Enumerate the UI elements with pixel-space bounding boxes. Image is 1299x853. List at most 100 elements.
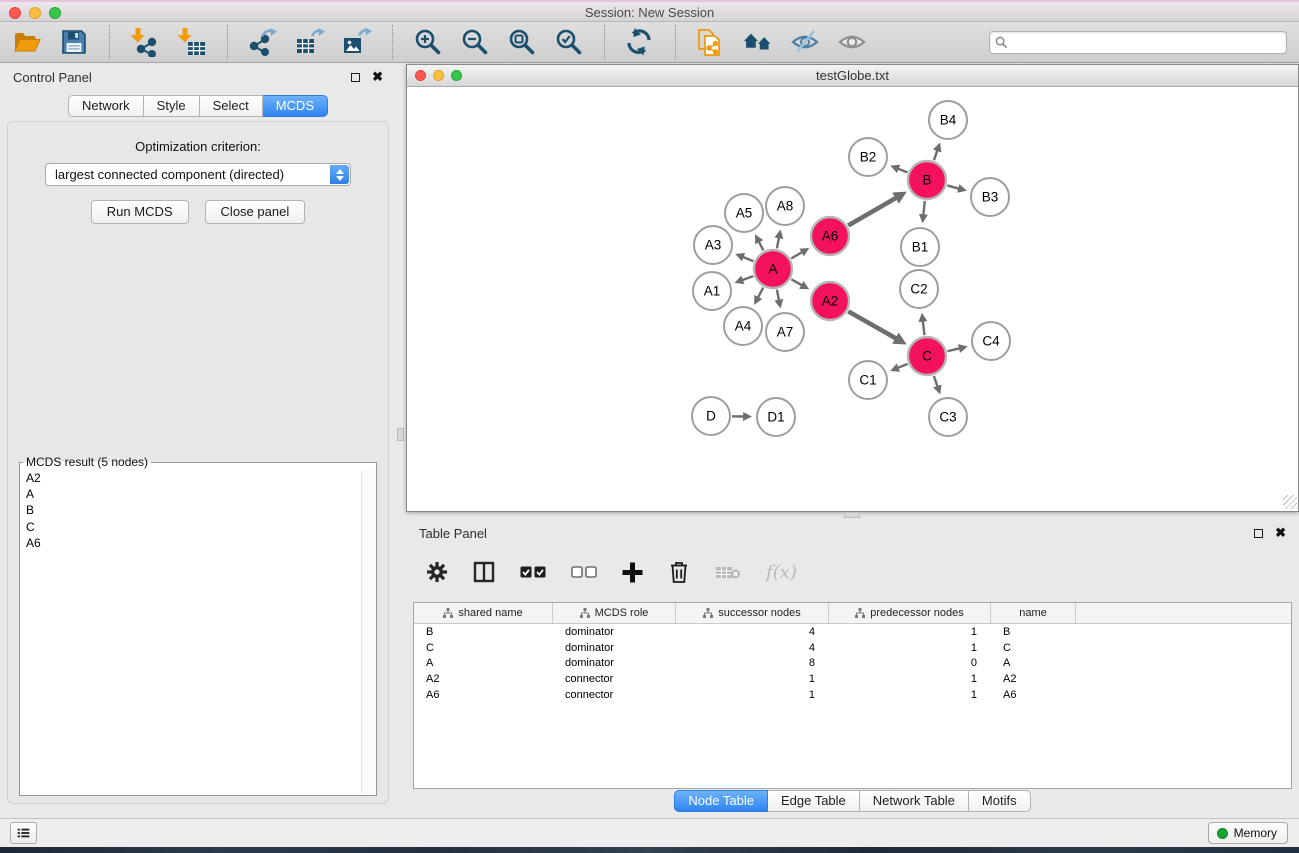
table-cell[interactable]: A6: [991, 689, 1076, 701]
table-row[interactable]: Bdominator41B: [414, 624, 1291, 640]
node-A4[interactable]: A4: [724, 307, 762, 345]
node-D[interactable]: D: [692, 397, 730, 435]
table-cell[interactable]: C: [414, 642, 553, 654]
network-from-document-button[interactable]: [696, 27, 726, 57]
node-B3[interactable]: B3: [971, 178, 1009, 216]
node-D1[interactable]: D1: [757, 398, 795, 436]
table-row[interactable]: A6connector11A6: [414, 687, 1291, 703]
edge-A-A1[interactable]: [742, 276, 753, 280]
column-header-predecessor-nodes[interactable]: predecessor nodes: [829, 603, 991, 623]
create-column-button[interactable]: [622, 562, 643, 583]
zoom-selected-button[interactable]: [554, 27, 584, 57]
node-A1[interactable]: A1: [693, 272, 731, 310]
table-cell[interactable]: connector: [553, 689, 676, 701]
mcds-list-scrollbar[interactable]: [361, 470, 375, 794]
export-network-button[interactable]: [248, 27, 278, 57]
node-B[interactable]: B: [908, 161, 946, 199]
node-A7[interactable]: A7: [766, 313, 804, 351]
refresh-button[interactable]: [625, 27, 655, 57]
mcds-result-list[interactable]: A2ABCA6: [21, 470, 375, 790]
deselect-all-columns-button[interactable]: [571, 565, 597, 579]
node-C2[interactable]: C2: [900, 270, 938, 308]
memory-status-button[interactable]: Memory: [1208, 822, 1288, 844]
edge-A2-C[interactable]: [848, 311, 896, 338]
mcds-result-item[interactable]: B: [21, 502, 375, 518]
edge-B-B4[interactable]: [934, 150, 937, 160]
table-cell[interactable]: 0: [829, 657, 991, 669]
optimization-criterion-select[interactable]: largest connected component (directed): [45, 163, 351, 186]
table-cell[interactable]: 1: [829, 626, 991, 638]
import-table-button[interactable]: [177, 27, 207, 57]
table-cell[interactable]: 1: [676, 689, 829, 701]
node-B2[interactable]: B2: [849, 138, 887, 176]
node-C4[interactable]: C4: [972, 322, 1010, 360]
table-row[interactable]: A2connector11A2: [414, 671, 1291, 687]
table-cell[interactable]: dominator: [553, 642, 676, 654]
show-column-panel-button[interactable]: [473, 561, 495, 583]
edge-C-C4[interactable]: [947, 348, 959, 351]
mcds-result-item[interactable]: A6: [21, 535, 375, 551]
tab-edge-table[interactable]: Edge Table: [768, 790, 860, 812]
table-cell[interactable]: 1: [829, 642, 991, 654]
tab-network[interactable]: Network: [68, 95, 144, 117]
float-panel-icon[interactable]: [351, 73, 360, 82]
edge-B-B1[interactable]: [923, 201, 924, 215]
table-cell[interactable]: 8: [676, 657, 829, 669]
select-all-columns-button[interactable]: [520, 565, 546, 579]
table-settings-button[interactable]: [426, 561, 448, 583]
table-row[interactable]: Cdominator41C: [414, 640, 1291, 656]
mcds-result-item[interactable]: C: [21, 519, 375, 535]
node-B4[interactable]: B4: [929, 101, 967, 139]
splitter-grip[interactable]: [397, 428, 404, 441]
node-C[interactable]: C: [908, 337, 946, 375]
horizontal-splitter[interactable]: [406, 511, 1299, 519]
table-cell[interactable]: connector: [553, 673, 676, 685]
window-resize-grip[interactable]: [1283, 495, 1297, 509]
edge-A-A7[interactable]: [777, 290, 779, 301]
node-A3[interactable]: A3: [694, 226, 732, 264]
run-mcds-button[interactable]: Run MCDS: [91, 200, 189, 224]
export-table-button[interactable]: [295, 27, 325, 57]
mcds-result-item[interactable]: A: [21, 486, 375, 502]
tab-style[interactable]: Style: [144, 95, 200, 117]
edge-B-B3[interactable]: [947, 185, 959, 188]
edge-A-A6[interactable]: [791, 252, 802, 258]
edge-A-A4[interactable]: [758, 288, 763, 298]
node-A6[interactable]: A6: [811, 217, 849, 255]
import-network-button[interactable]: [130, 27, 160, 57]
table-cell[interactable]: 4: [676, 626, 829, 638]
table-cell[interactable]: A2: [991, 673, 1076, 685]
edge-A-A5[interactable]: [759, 241, 764, 250]
vertical-splitter[interactable]: [396, 63, 406, 818]
float-panel-icon[interactable]: [1254, 529, 1263, 538]
mcds-result-item[interactable]: A2: [21, 470, 375, 486]
table-cell[interactable]: 1: [676, 673, 829, 685]
table-cell[interactable]: dominator: [553, 657, 676, 669]
zoom-in-button[interactable]: [413, 27, 443, 57]
network-canvas[interactable]: B4B2BB3A8A5A6A3B1AC2A1A2A4A7C4CC1C3DD1: [407, 87, 1298, 510]
edge-C-C1[interactable]: [898, 364, 908, 368]
node-A5[interactable]: A5: [725, 194, 763, 232]
close-panel-icon[interactable]: ✖: [1275, 528, 1286, 538]
node-B1[interactable]: B1: [901, 228, 939, 266]
table-cell[interactable]: B: [991, 626, 1076, 638]
node-A2[interactable]: A2: [811, 282, 849, 320]
table-cell[interactable]: A6: [414, 689, 553, 701]
table-cell[interactable]: A2: [414, 673, 553, 685]
node-C3[interactable]: C3: [929, 398, 967, 436]
zoom-fit-button[interactable]: [507, 27, 537, 57]
table-cell[interactable]: C: [991, 642, 1076, 654]
edge-A-A3[interactable]: [743, 257, 754, 261]
node-A[interactable]: A: [754, 250, 792, 288]
edge-C-C2[interactable]: [923, 321, 925, 335]
close-panel-button[interactable]: Close panel: [205, 200, 306, 224]
tab-select[interactable]: Select: [200, 95, 263, 117]
table-cell[interactable]: A: [991, 657, 1076, 669]
save-session-button[interactable]: [59, 27, 89, 57]
node-C1[interactable]: C1: [849, 361, 887, 399]
table-cell[interactable]: B: [414, 626, 553, 638]
zoom-out-button[interactable]: [460, 27, 490, 57]
edge-A-A2[interactable]: [791, 279, 802, 285]
tab-network-table[interactable]: Network Table: [860, 790, 969, 812]
table-cell[interactable]: dominator: [553, 626, 676, 638]
